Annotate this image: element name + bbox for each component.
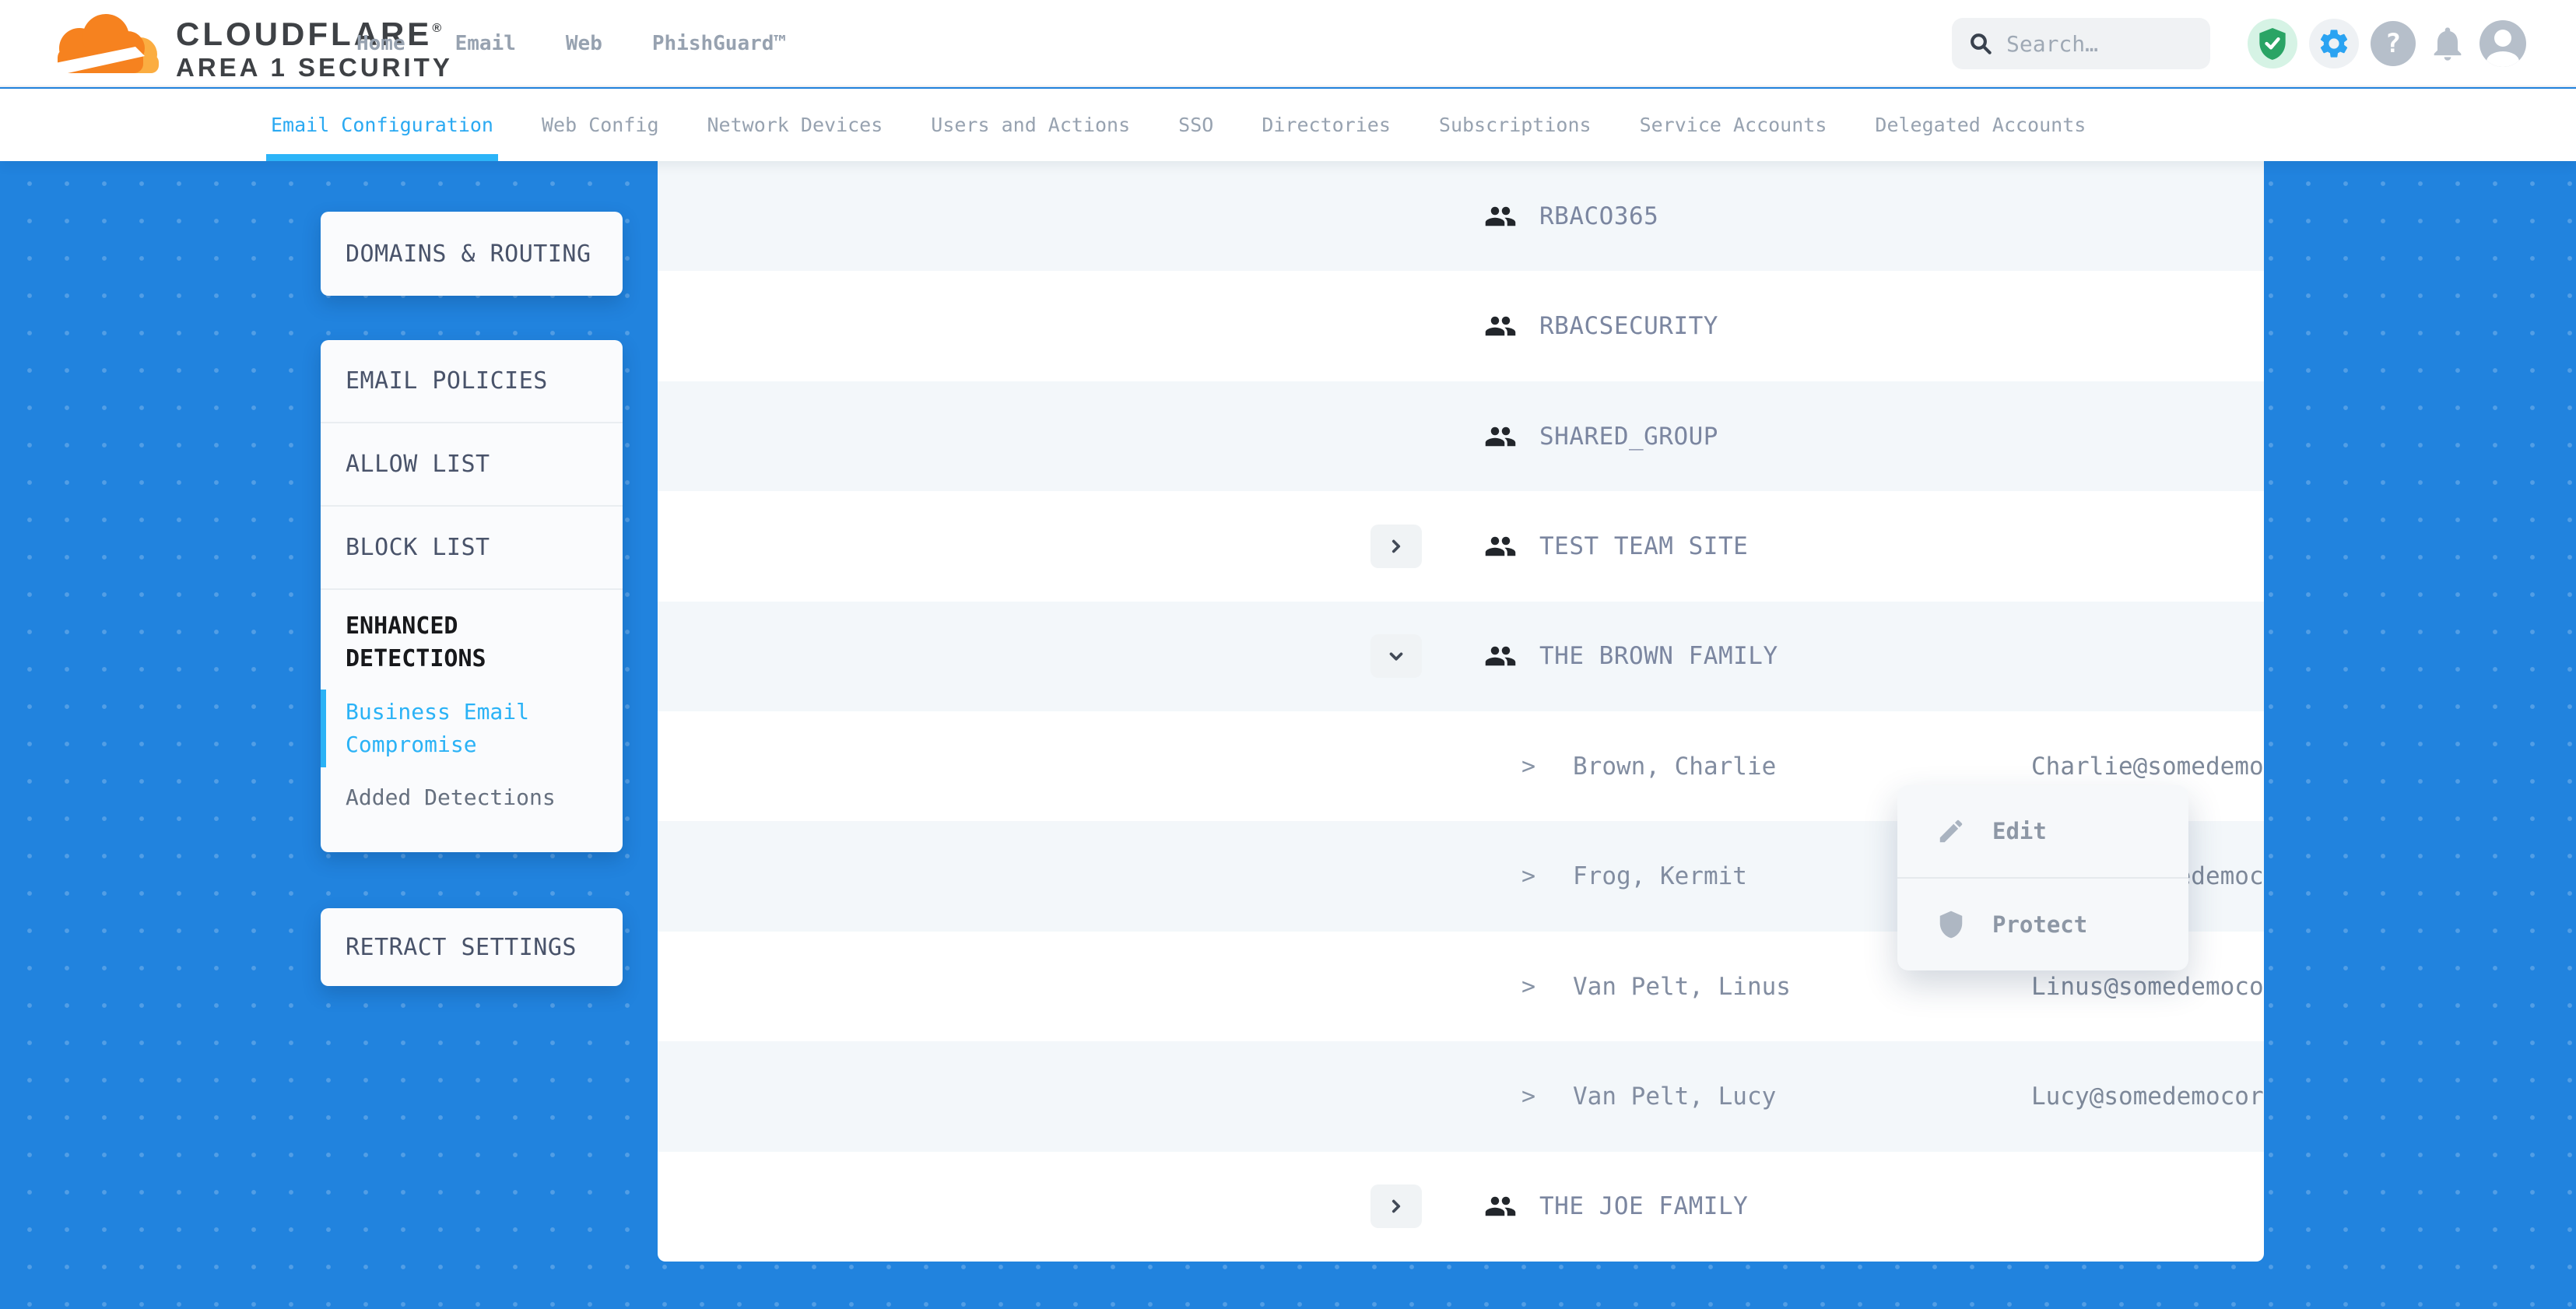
header-icons: ?	[2248, 19, 2526, 68]
group-name: RBACSECURITY	[1539, 312, 1718, 340]
table-row-group[interactable]: TEST TEAM SITE 0/1	[658, 491, 2264, 601]
sidebar-item-block-list[interactable]: BLOCK LIST	[321, 534, 490, 561]
member-prefix: >	[1521, 753, 1535, 780]
menu-item-protect-label: Protect	[1992, 911, 2087, 938]
search-box[interactable]	[1952, 18, 2210, 69]
expand-chevron-right-icon[interactable]	[1370, 525, 1422, 568]
sidebar-card-policies: EMAIL POLICIES ALLOW LIST BLOCK LIST ENH…	[321, 340, 623, 852]
groups-table: RBACO365 0/0 RBACSECURITY 0/0 SHARED_GRO…	[658, 161, 2264, 1262]
member-name: Van Pelt, Lucy	[1573, 1083, 1776, 1111]
collapse-chevron-down-icon[interactable]	[1370, 634, 1422, 678]
table-row-group[interactable]: RBACO365 0/0	[658, 161, 2264, 271]
sidebar-item-enhanced-detections[interactable]: ENHANCED DETECTIONS	[346, 610, 598, 676]
config-tabs: Email Configuration Web Config Network D…	[271, 89, 2086, 161]
page-background: CLOUDFLARE® AREA 1 SECURITY Home Email W…	[0, 0, 2576, 1309]
table-row-member[interactable]: > Van Pelt, Lucy Lucy@somedemocorp.com	[658, 1041, 2264, 1151]
app-header: CLOUDFLARE® AREA 1 SECURITY Home Email W…	[0, 0, 2576, 87]
menu-item-edit-label: Edit	[1992, 818, 2047, 844]
menu-item-protect[interactable]: Protect	[1897, 877, 2188, 970]
menu-item-edit[interactable]: Edit	[1897, 785, 2188, 877]
shield-check-icon[interactable]	[2248, 19, 2297, 68]
member-prefix: >	[1521, 1083, 1535, 1110]
member-prefix: >	[1521, 863, 1535, 890]
header-nav: Home Email Web PhishGuard™	[356, 0, 786, 87]
shield-icon	[1936, 910, 1966, 939]
config-navbar: Email Configuration Web Config Network D…	[0, 89, 2576, 161]
help-icon[interactable]: ?	[2371, 21, 2416, 66]
sidebar-card-retract: RETRACT SETTINGS	[321, 908, 623, 986]
enhanced-detections-block: ENHANCED DETECTIONS Business Email Compr…	[321, 590, 623, 814]
table-row-group[interactable]: RBACSECURITY 0/0	[658, 271, 2264, 381]
sidebar-item-domains-routing[interactable]: DOMAINS & ROUTING	[321, 240, 591, 268]
tab-sso[interactable]: SSO	[1178, 89, 1213, 161]
group-name: RBACO365	[1539, 202, 1658, 230]
group-name: TEST TEAM SITE	[1539, 532, 1748, 560]
tab-network-devices[interactable]: Network Devices	[707, 89, 883, 161]
group-icon	[1484, 1190, 1517, 1223]
settings-gear-icon[interactable]	[2309, 19, 2359, 68]
member-name: Van Pelt, Linus	[1573, 973, 1791, 1001]
cloudflare-logo-icon	[48, 9, 167, 78]
expand-chevron-right-icon[interactable]	[1370, 1184, 1422, 1228]
sidebar-item-retract-settings[interactable]: RETRACT SETTINGS	[321, 934, 577, 961]
group-icon	[1484, 640, 1517, 672]
table-row-group[interactable]: SHARED_GROUP 0/0	[658, 381, 2264, 491]
group-icon	[1484, 530, 1517, 563]
account-icon[interactable]	[2479, 20, 2526, 67]
sidebar-item-allow-list[interactable]: ALLOW LIST	[321, 451, 490, 478]
member-email: Linus@somedemocorp.com	[2031, 973, 2264, 1001]
tab-directories[interactable]: Directories	[1262, 89, 1391, 161]
sidebar-item-added-detections[interactable]: Added Detections	[346, 781, 598, 814]
table-row-group[interactable]: THE JOE FAMILY 0/5	[658, 1152, 2264, 1262]
pencil-icon	[1936, 816, 1966, 846]
tab-web-config[interactable]: Web Config	[542, 89, 659, 161]
member-email: Charlie@somedemocorp.com	[2031, 753, 2264, 781]
tab-users-and-actions[interactable]: Users and Actions	[931, 89, 1130, 161]
member-email: Lucy@somedemocorp.com	[2031, 1083, 2264, 1111]
group-icon	[1484, 310, 1517, 342]
tab-service-accounts[interactable]: Service Accounts	[1640, 89, 1827, 161]
group-icon	[1484, 420, 1517, 453]
tab-email-configuration[interactable]: Email Configuration	[271, 89, 493, 161]
nav-phishguard[interactable]: PhishGuard™	[652, 32, 786, 55]
member-prefix: >	[1521, 973, 1535, 1000]
sidebar-item-business-email-compromise[interactable]: Business Email Compromise	[346, 696, 598, 761]
group-name: SHARED_GROUP	[1539, 423, 1718, 451]
table-row-group[interactable]: THE BROWN FAMILY 0/4	[658, 602, 2264, 711]
sidebar-card-domains: DOMAINS & ROUTING	[321, 212, 623, 296]
search-icon	[1969, 30, 1992, 58]
bell-icon[interactable]	[2427, 23, 2468, 64]
nav-home[interactable]: Home	[356, 32, 405, 55]
member-name: Frog, Kermit	[1573, 862, 1747, 890]
row-context-menu: Edit Protect	[1897, 785, 2188, 970]
tab-subscriptions[interactable]: Subscriptions	[1439, 89, 1592, 161]
tab-delegated-accounts[interactable]: Delegated Accounts	[1875, 89, 2086, 161]
sidebar-item-email-policies[interactable]: EMAIL POLICIES	[321, 367, 548, 395]
group-name: THE BROWN FAMILY	[1539, 642, 1778, 670]
member-name: Brown, Charlie	[1573, 753, 1776, 781]
group-name: THE JOE FAMILY	[1539, 1192, 1748, 1220]
group-icon	[1484, 200, 1517, 233]
search-input[interactable]	[2006, 31, 2193, 57]
nav-web[interactable]: Web	[566, 32, 602, 55]
nav-email[interactable]: Email	[455, 32, 516, 55]
